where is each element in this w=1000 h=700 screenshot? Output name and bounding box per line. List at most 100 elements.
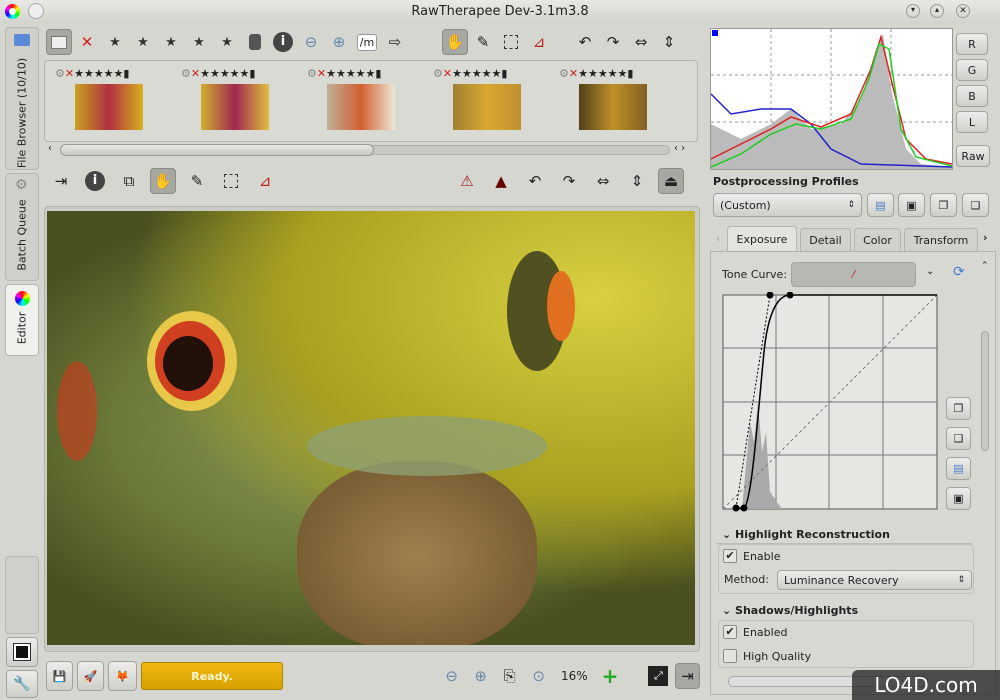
- thumbnail-item[interactable]: ⚙✕★★★★★▮: [55, 67, 143, 130]
- rotate-right-button[interactable]: ↷: [600, 29, 626, 55]
- filter-3-star[interactable]: ★: [158, 29, 184, 55]
- new-detail-window-button[interactable]: +: [598, 663, 623, 689]
- crop-button[interactable]: [498, 29, 524, 55]
- thumbnail-rating[interactable]: ⚙✕★★★★★▮: [181, 67, 269, 80]
- copy-profile-button[interactable]: ❐: [930, 193, 957, 217]
- tab-editor[interactable]: Editor: [5, 284, 39, 356]
- shadows-highlights-header[interactable]: ⌄ Shadows/Highlights: [722, 604, 858, 617]
- fullscreen-preview-button[interactable]: ⤢: [646, 663, 671, 689]
- preview-image[interactable]: [47, 211, 695, 645]
- filter-unrated-button[interactable]: ✕: [74, 29, 100, 55]
- shadow-clipping-button[interactable]: ▲: [488, 168, 514, 194]
- tab-batch-queue[interactable]: ⚙ Batch Queue: [5, 173, 39, 281]
- zoom-out-button[interactable]: ⊖: [298, 29, 324, 55]
- scrollbar-thumb[interactable]: [60, 144, 374, 156]
- hand-tool-button-editor[interactable]: ✋: [150, 168, 176, 194]
- trash-button[interactable]: [242, 29, 268, 55]
- zoom-out-button-bottom[interactable]: ⊖: [439, 663, 464, 689]
- histogram-red-toggle[interactable]: R: [956, 33, 988, 55]
- rotate-left-button[interactable]: ↶: [572, 29, 598, 55]
- zoom-in-button-bottom[interactable]: ⊕: [468, 663, 493, 689]
- paste-profile-button[interactable]: ❏: [962, 193, 989, 217]
- tab-transform[interactable]: Transform: [904, 228, 978, 251]
- highlight-reconstruction-header[interactable]: ⌄ Highlight Reconstruction: [722, 528, 890, 541]
- thumbnail-image[interactable]: [75, 84, 143, 130]
- histogram-raw-toggle[interactable]: Raw: [956, 145, 990, 167]
- rotate-left-button-editor[interactable]: ↶: [522, 168, 548, 194]
- thumbnail-item[interactable]: ⚙✕★★★★★▮: [307, 67, 395, 130]
- high-quality-checkbox[interactable]: [723, 649, 737, 663]
- thumbnail-image[interactable]: [201, 84, 269, 130]
- thumbnail-item[interactable]: ⚙✕★★★★★▮: [181, 67, 269, 130]
- curve-dropdown-icon[interactable]: ⌄: [926, 266, 934, 277]
- straighten-button[interactable]: ⊿: [526, 29, 552, 55]
- flip-vertical-button-editor[interactable]: ⇕: [624, 168, 650, 194]
- path-button[interactable]: /m: [354, 29, 380, 55]
- close-button[interactable]: ✕: [956, 4, 970, 18]
- load-profile-button[interactable]: ▤: [867, 193, 894, 217]
- histogram-luminance-toggle[interactable]: L: [956, 111, 988, 133]
- thumbnail-item[interactable]: ⚙✕★★★★★▮: [433, 67, 521, 130]
- tone-curve-editor[interactable]: [722, 292, 938, 512]
- tabs-scroll-right[interactable]: ›: [983, 231, 988, 244]
- method-select[interactable]: Luminance Recovery ⇕: [777, 570, 972, 590]
- thumbnail-rating[interactable]: ⚙✕★★★★★▮: [307, 67, 395, 80]
- copy-curve-button[interactable]: ❐: [946, 397, 971, 420]
- thumbnail-rating[interactable]: ⚙✕★★★★★▮: [55, 67, 143, 80]
- go-arrow-button[interactable]: ⇨: [382, 29, 408, 55]
- filmstrip-scrollbar[interactable]: ‹ ‹ ›: [46, 143, 696, 157]
- highlight-enable-checkbox[interactable]: ✔: [723, 549, 737, 563]
- queue-button[interactable]: 🚀: [76, 661, 104, 691]
- rotate-right-button-editor[interactable]: ↷: [556, 168, 582, 194]
- show-left-panel-button[interactable]: ⇥: [48, 168, 74, 194]
- crop-button-editor[interactable]: [218, 168, 244, 194]
- tab-file-browser[interactable]: File Browser (10/10): [5, 27, 39, 170]
- save-curve-button[interactable]: ▣: [946, 487, 971, 510]
- zoom-100-button[interactable]: ⊙: [526, 663, 551, 689]
- tabs-scroll-left[interactable]: ‹: [716, 232, 720, 245]
- hide-filmstrip-button[interactable]: ⏏: [658, 168, 684, 194]
- minimize-button[interactable]: ▾: [906, 4, 920, 18]
- paste-curve-button[interactable]: ❏: [946, 427, 971, 450]
- info-button-editor[interactable]: i: [82, 168, 108, 194]
- zoom-fit-button[interactable]: ⎘: [497, 663, 522, 689]
- shadows-enabled-checkbox[interactable]: ✔: [723, 625, 737, 639]
- filter-5-star[interactable]: ★: [214, 29, 240, 55]
- profile-select[interactable]: (Custom) ⇕: [713, 193, 862, 217]
- filter-4-star[interactable]: ★: [186, 29, 212, 55]
- thumbnail-rating[interactable]: ⚙✕★★★★★▮: [433, 67, 521, 80]
- maximize-button[interactable]: ▴: [930, 4, 944, 18]
- save-image-button[interactable]: 💾: [46, 661, 73, 691]
- info-button[interactable]: i: [270, 29, 296, 55]
- show-right-panel-button[interactable]: ⇥: [674, 663, 700, 689]
- thumbnail-item[interactable]: ⚙✕★★★★★▮: [559, 67, 647, 130]
- fullscreen-button[interactable]: [6, 637, 38, 667]
- thumbnail-image[interactable]: [579, 84, 647, 130]
- flip-horizontal-button[interactable]: ⇔: [628, 29, 654, 55]
- thumbnail-image[interactable]: [327, 84, 395, 130]
- curve-type-button[interactable]: ⁄: [791, 262, 916, 287]
- zoom-in-button[interactable]: ⊕: [326, 29, 352, 55]
- preferences-button[interactable]: 🔧: [6, 670, 38, 698]
- send-to-gimp-button[interactable]: 🦊: [107, 661, 137, 691]
- tab-exposure[interactable]: Exposure: [727, 226, 797, 252]
- eyedropper-button[interactable]: ✎: [470, 29, 496, 55]
- flip-horizontal-button-editor[interactable]: ⇔: [590, 168, 616, 194]
- thumbnail-rating[interactable]: ⚙✕★★★★★▮: [559, 67, 647, 80]
- hand-tool-button[interactable]: ✋: [442, 29, 468, 55]
- flip-vertical-button[interactable]: ⇕: [656, 29, 682, 55]
- filter-2-star[interactable]: ★: [130, 29, 156, 55]
- tab-color[interactable]: Color: [854, 228, 901, 251]
- tab-detail[interactable]: Detail: [800, 228, 851, 251]
- reset-curve-icon[interactable]: ⟳: [953, 264, 965, 280]
- histogram-blue-toggle[interactable]: B: [956, 85, 988, 107]
- thumbnail-image[interactable]: [453, 84, 521, 130]
- highlight-clipping-button[interactable]: ⚠: [454, 168, 480, 194]
- straighten-button-editor[interactable]: ⊿: [252, 168, 278, 194]
- save-profile-button[interactable]: ▣: [898, 193, 925, 217]
- before-after-button[interactable]: ⧉: [116, 168, 142, 194]
- histogram-green-toggle[interactable]: G: [956, 59, 988, 81]
- panel-scrollbar[interactable]: ⌃: [981, 258, 991, 668]
- load-curve-button[interactable]: ▤: [946, 457, 971, 480]
- eyedropper-button-editor[interactable]: ✎: [184, 168, 210, 194]
